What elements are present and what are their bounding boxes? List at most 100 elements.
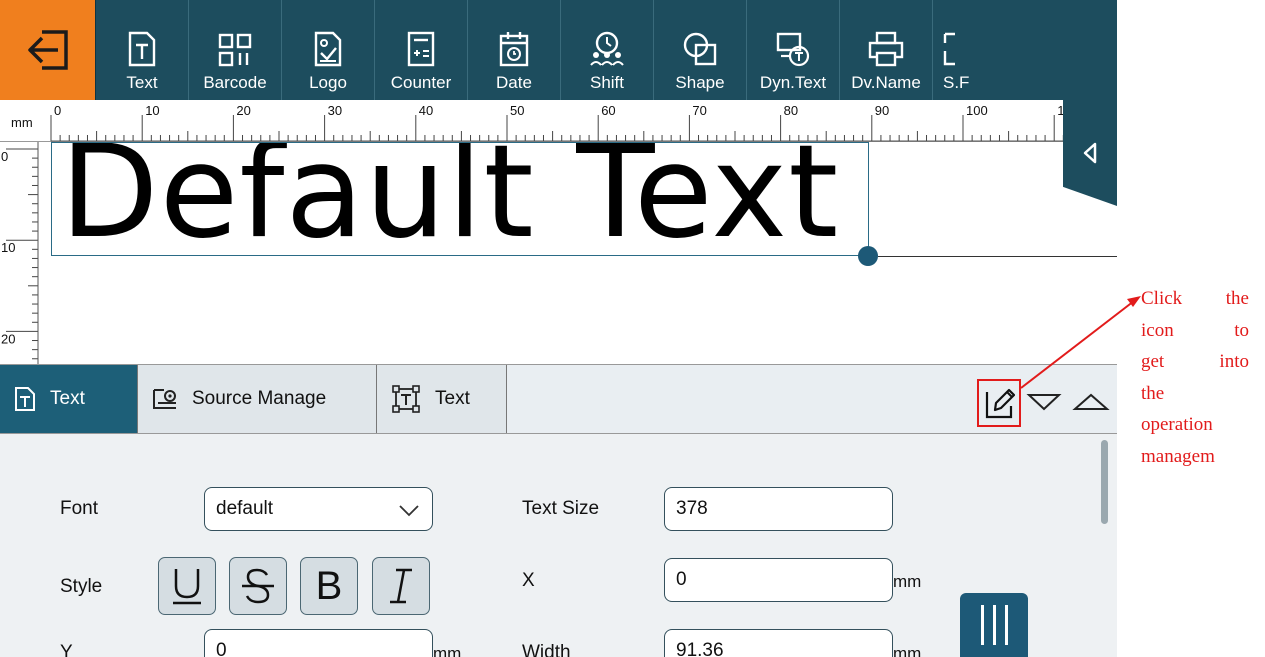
chevron-down-icon bbox=[399, 505, 419, 517]
tab-text[interactable]: Text bbox=[0, 365, 138, 433]
italic-button[interactable] bbox=[372, 557, 430, 615]
ruler-label: 100 bbox=[966, 103, 988, 118]
ruler-label: 50 bbox=[510, 103, 524, 118]
toolbar-sf-button[interactable]: S.F bbox=[933, 0, 973, 100]
horizontal-ruler: mm 0102030405060708090100110 bbox=[0, 100, 1117, 142]
toolbar-shift-button[interactable]: Shift bbox=[561, 0, 654, 100]
label-canvas[interactable]: Default Text bbox=[40, 142, 1117, 364]
annotation-line: the bbox=[1141, 382, 1165, 404]
chevron-down-icon[interactable] bbox=[1026, 387, 1062, 417]
ruler-label: 70 bbox=[692, 103, 706, 118]
ruler-label: 80 bbox=[784, 103, 798, 118]
y-label: Y bbox=[60, 642, 73, 657]
toolbar-shape-label: Shape bbox=[675, 73, 725, 92]
chevron-up-icon[interactable] bbox=[1072, 387, 1110, 417]
tab-source-manage-label: Source Manage bbox=[192, 388, 327, 409]
counter-icon bbox=[407, 31, 435, 67]
device-screen: Text Barcode Logo Counter Date Shift Sha… bbox=[0, 0, 1117, 657]
text-size-label: Text Size bbox=[522, 498, 600, 519]
printer-icon bbox=[868, 31, 904, 67]
annotation-note: Click the icon to get into the operation… bbox=[1141, 283, 1249, 472]
underline-button[interactable] bbox=[158, 557, 216, 615]
ruler-label: 90 bbox=[875, 103, 889, 118]
vertical-ruler: 0 10 20 bbox=[0, 142, 40, 364]
ruler-label: 0 bbox=[1, 149, 8, 164]
toolbar-shape-button[interactable]: Shape bbox=[654, 0, 747, 100]
x-unit: mm bbox=[893, 572, 922, 591]
toolbar-counter-button[interactable]: Counter bbox=[375, 0, 468, 100]
tab-text-frame-label: Text bbox=[435, 388, 470, 409]
dyn-text-icon bbox=[776, 32, 810, 67]
width-field[interactable]: 91.36 bbox=[664, 629, 893, 657]
text-size-value: 378 bbox=[676, 498, 708, 519]
object-toolbar: Text Barcode Logo Counter Date Shift Sha… bbox=[0, 0, 1117, 100]
horizontal-ruler-ticks: 0102030405060708090100110 bbox=[50, 103, 1117, 142]
edit-icon bbox=[985, 388, 1015, 419]
text-size-field[interactable]: 378 bbox=[664, 487, 893, 531]
toolbar-text-label: Text bbox=[126, 73, 158, 92]
source-manage-icon bbox=[153, 389, 176, 409]
grip-bar bbox=[1004, 605, 1008, 645]
y-unit: mm bbox=[433, 644, 462, 657]
date-icon bbox=[499, 32, 529, 67]
style-label: Style bbox=[60, 576, 103, 597]
ruler-label: 10 bbox=[145, 103, 159, 118]
resize-handle[interactable] bbox=[858, 246, 878, 266]
toolbar-dyn-text-button[interactable]: Dyn.Text bbox=[747, 0, 840, 100]
tab-source-manage[interactable]: Source Manage bbox=[138, 365, 377, 433]
properties-panel bbox=[0, 434, 1117, 657]
width-unit: mm bbox=[893, 644, 922, 657]
bold-button[interactable]: B bbox=[300, 557, 358, 615]
x-field[interactable]: 0 bbox=[664, 558, 893, 602]
toolbar-dv-name-button[interactable]: Dv.Name bbox=[840, 0, 933, 100]
grip-bar bbox=[980, 605, 984, 645]
font-select[interactable]: default bbox=[204, 487, 433, 531]
exit-icon bbox=[27, 30, 68, 70]
toolbar-text-button[interactable]: Text bbox=[96, 0, 189, 100]
toolbar-barcode-button[interactable]: Barcode bbox=[189, 0, 282, 100]
toolbar-date-label: Date bbox=[496, 73, 532, 92]
tab-text-label: Text bbox=[50, 388, 85, 409]
move-handle-button[interactable] bbox=[960, 593, 1028, 657]
ruler-label: 30 bbox=[328, 103, 342, 118]
x-label: X bbox=[522, 570, 535, 591]
toolbar-counter-label: Counter bbox=[390, 73, 452, 92]
toolbar-dv-name-label: Dv.Name bbox=[851, 73, 921, 92]
serial-icon bbox=[943, 32, 955, 66]
y-value: 0 bbox=[216, 640, 227, 657]
toolbar-logo-button[interactable]: Logo bbox=[282, 0, 375, 100]
chevron-left-icon bbox=[1083, 142, 1097, 164]
y-field[interactable]: 0 bbox=[204, 629, 433, 657]
edit-button[interactable] bbox=[977, 379, 1021, 427]
annotation-line: icon to bbox=[1141, 319, 1249, 341]
annotation-line: get into bbox=[1141, 351, 1249, 372]
width-value: 91.36 bbox=[676, 640, 724, 657]
text-frame-icon bbox=[392, 385, 420, 413]
tab-text-frame[interactable]: Text bbox=[377, 365, 507, 433]
panel-scrollbar[interactable] bbox=[1101, 440, 1108, 524]
shape-icon bbox=[683, 32, 717, 66]
ruler-label: 20 bbox=[1, 331, 15, 346]
toolbar-date-button[interactable]: Date bbox=[468, 0, 561, 100]
toolbar-dyn-text-label: Dyn.Text bbox=[759, 73, 827, 92]
property-tab-bar: Text Source Manage Text bbox=[0, 364, 1117, 434]
toolbar-shift-label: Shift bbox=[589, 73, 625, 92]
shift-icon bbox=[590, 31, 624, 66]
logo-icon bbox=[314, 31, 342, 67]
strikethrough-button[interactable] bbox=[229, 557, 287, 615]
text-icon bbox=[128, 31, 156, 67]
annotation-line: operation bbox=[1141, 414, 1213, 435]
annotation-line: managem bbox=[1141, 445, 1215, 467]
ruler-label: 0 bbox=[54, 103, 61, 118]
underline-icon bbox=[173, 569, 201, 605]
annotation-line: Click the bbox=[1141, 288, 1249, 309]
text-object[interactable]: Default Text bbox=[51, 142, 869, 256]
ruler-label: 40 bbox=[419, 103, 433, 118]
width-label: Width bbox=[522, 642, 571, 657]
grip-bar bbox=[992, 605, 996, 645]
exit-button[interactable] bbox=[0, 0, 96, 100]
barcode-icon bbox=[218, 33, 252, 67]
x-value: 0 bbox=[676, 569, 687, 590]
font-select-value: default bbox=[216, 498, 274, 519]
toolbar-barcode-label: Barcode bbox=[203, 73, 267, 92]
